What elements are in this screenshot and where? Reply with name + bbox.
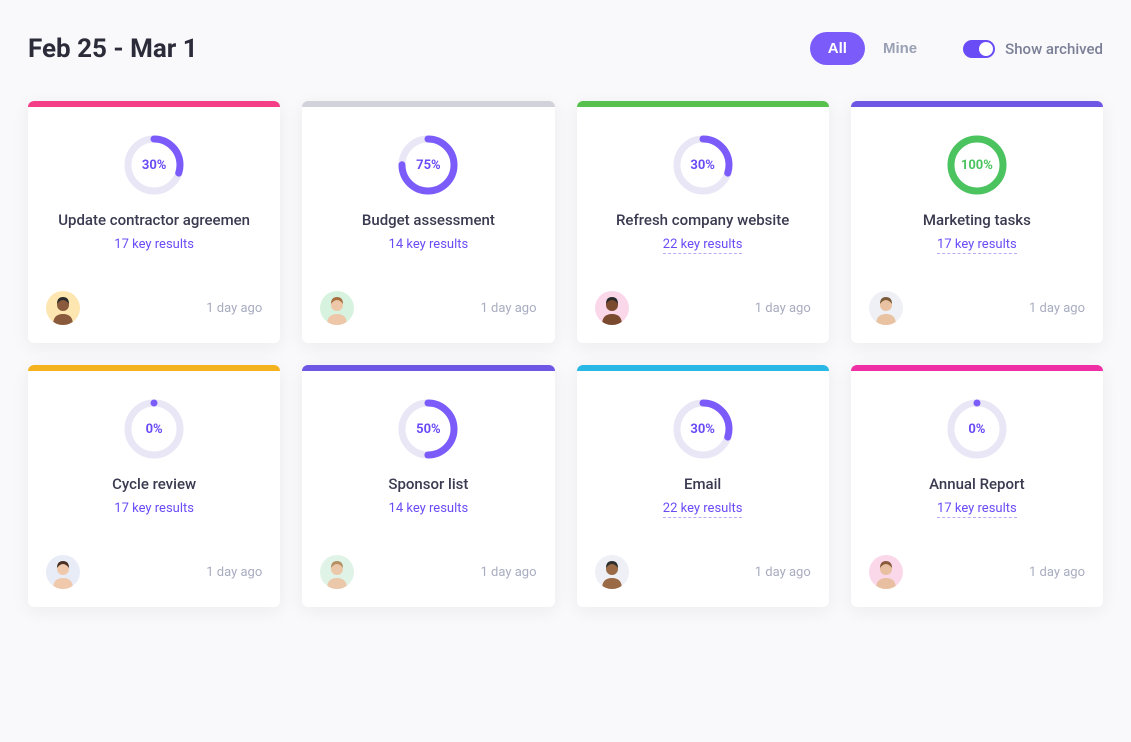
- avatar[interactable]: [320, 555, 354, 589]
- card-title: Update contractor agreemen: [48, 211, 260, 229]
- avatar[interactable]: [595, 555, 629, 589]
- progress-percent: 0%: [947, 399, 1007, 459]
- objective-card[interactable]: 0% Cycle review 17 key results 1 day ago: [28, 365, 280, 607]
- key-results-link[interactable]: 14 key results: [389, 237, 469, 252]
- progress-ring: 0%: [947, 399, 1007, 459]
- key-results-link[interactable]: 22 key results: [663, 501, 743, 518]
- card-timestamp: 1 day ago: [481, 301, 537, 316]
- card-timestamp: 1 day ago: [206, 565, 262, 580]
- card-timestamp: 1 day ago: [1029, 565, 1085, 580]
- progress-percent: 100%: [947, 135, 1007, 195]
- card-timestamp: 1 day ago: [481, 565, 537, 580]
- progress-ring: 100%: [947, 135, 1007, 195]
- show-archived-toggle[interactable]: Show archived: [963, 40, 1103, 58]
- avatar[interactable]: [46, 291, 80, 325]
- card-title: Annual Report: [919, 475, 1035, 493]
- objective-card[interactable]: 75% Budget assessment 14 key results 1 d…: [302, 101, 554, 343]
- progress-percent: 30%: [124, 135, 184, 195]
- progress-percent: 30%: [673, 399, 733, 459]
- card-title: Budget assessment: [352, 211, 505, 229]
- card-title: Cycle review: [102, 475, 206, 493]
- objective-card[interactable]: 30% Update contractor agreemen 17 key re…: [28, 101, 280, 343]
- card-timestamp: 1 day ago: [206, 301, 262, 316]
- progress-ring: 0%: [124, 399, 184, 459]
- key-results-link[interactable]: 17 key results: [937, 501, 1017, 518]
- page-title: Feb 25 - Mar 1: [28, 34, 198, 64]
- filter-segment: All Mine: [810, 32, 935, 65]
- avatar[interactable]: [869, 291, 903, 325]
- card-timestamp: 1 day ago: [1029, 301, 1085, 316]
- progress-percent: 0%: [124, 399, 184, 459]
- key-results-link[interactable]: 17 key results: [114, 237, 194, 252]
- card-timestamp: 1 day ago: [755, 301, 811, 316]
- show-archived-label: Show archived: [1005, 40, 1103, 58]
- avatar[interactable]: [869, 555, 903, 589]
- card-timestamp: 1 day ago: [755, 565, 811, 580]
- progress-ring: 30%: [124, 135, 184, 195]
- key-results-link[interactable]: 22 key results: [663, 237, 743, 254]
- card-title: Marketing tasks: [913, 211, 1041, 229]
- key-results-link[interactable]: 17 key results: [114, 501, 194, 516]
- avatar[interactable]: [46, 555, 80, 589]
- progress-percent: 30%: [673, 135, 733, 195]
- objective-card[interactable]: 100% Marketing tasks 17 key results 1 da…: [851, 101, 1103, 343]
- objective-card[interactable]: 50% Sponsor list 14 key results 1 day ag…: [302, 365, 554, 607]
- progress-ring: 75%: [398, 135, 458, 195]
- filter-mine-button[interactable]: Mine: [865, 32, 935, 65]
- card-title: Email: [674, 475, 731, 493]
- filter-all-button[interactable]: All: [810, 32, 865, 65]
- toggle-icon: [963, 40, 995, 58]
- progress-ring: 50%: [398, 399, 458, 459]
- objective-card[interactable]: 30% Refresh company website 22 key resul…: [577, 101, 829, 343]
- progress-percent: 75%: [398, 135, 458, 195]
- objective-card[interactable]: 0% Annual Report 17 key results 1 day ag…: [851, 365, 1103, 607]
- progress-percent: 50%: [398, 399, 458, 459]
- objective-card[interactable]: 30% Email 22 key results 1 day ago: [577, 365, 829, 607]
- card-title: Refresh company website: [606, 211, 799, 229]
- progress-ring: 30%: [673, 135, 733, 195]
- key-results-link[interactable]: 14 key results: [389, 501, 469, 516]
- avatar[interactable]: [320, 291, 354, 325]
- progress-ring: 30%: [673, 399, 733, 459]
- avatar[interactable]: [595, 291, 629, 325]
- key-results-link[interactable]: 17 key results: [937, 237, 1017, 254]
- card-title: Sponsor list: [378, 475, 478, 493]
